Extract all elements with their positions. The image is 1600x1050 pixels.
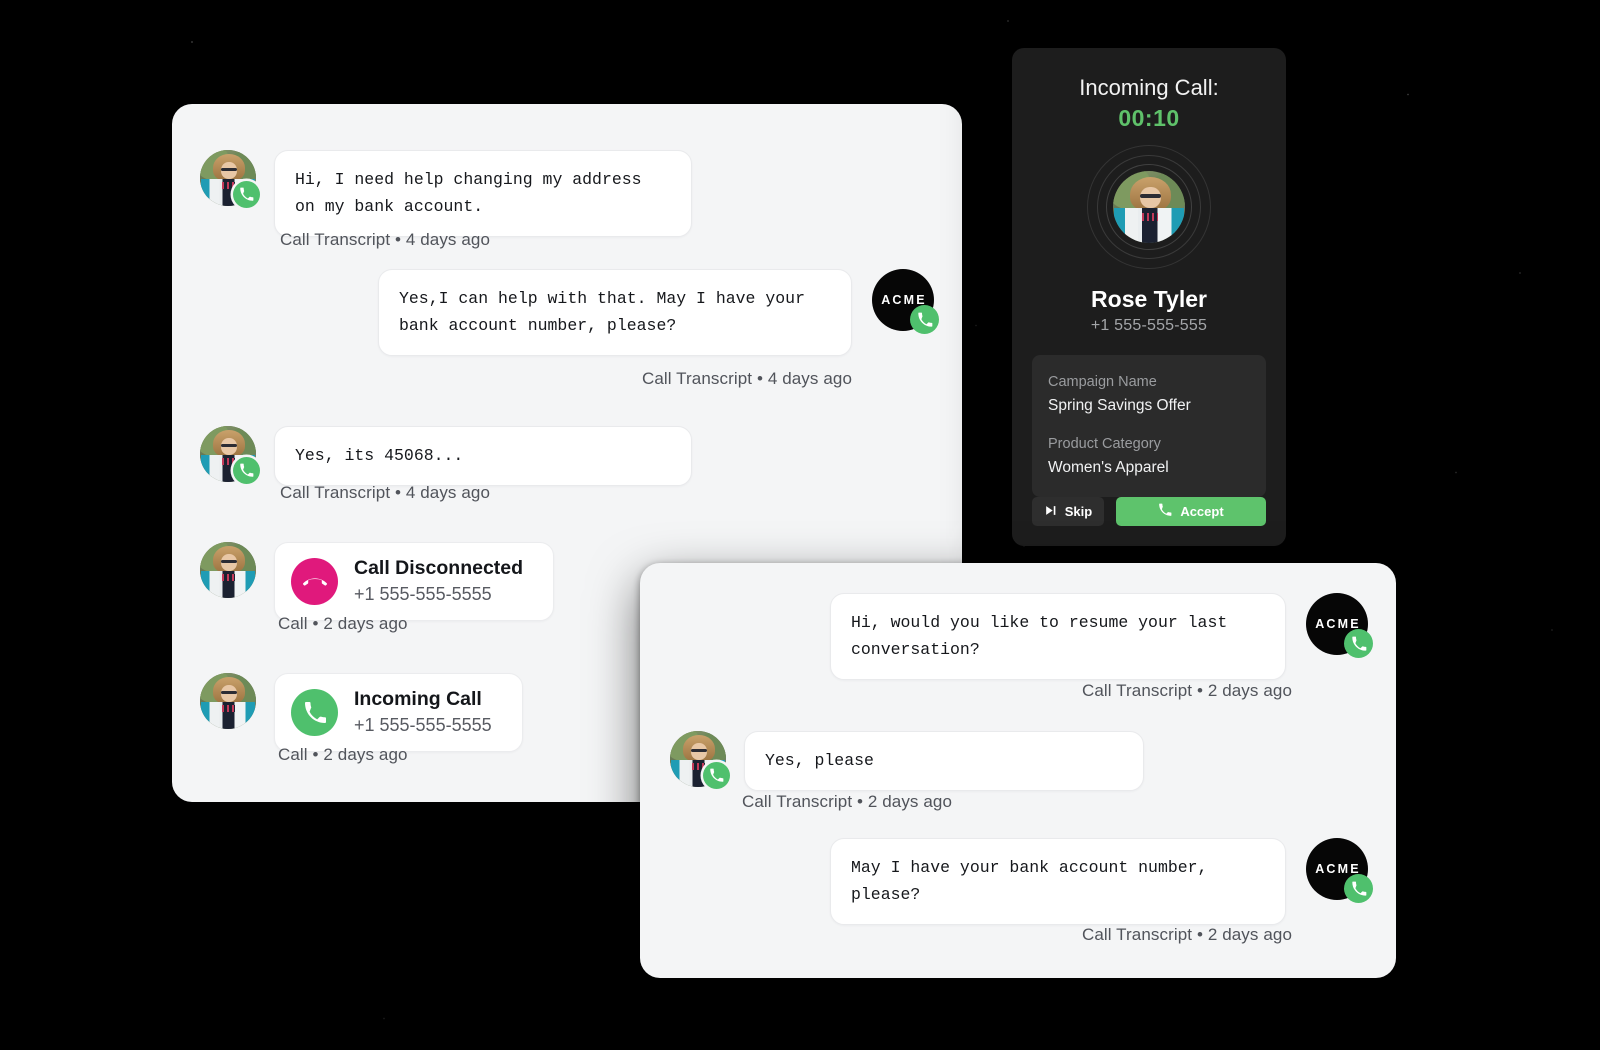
message-meta: Call Transcript • 4 days ago <box>641 369 852 388</box>
avatar <box>670 731 730 789</box>
avatar <box>200 150 260 208</box>
call-event-meta: Call • 2 days ago <box>278 745 408 764</box>
call-event-row: Call Disconnected +1 555-555-5555 <box>200 542 555 621</box>
phone-hangup-icon <box>291 558 338 605</box>
message-row: ACME Yes,I can help with that. May I hav… <box>378 269 939 356</box>
message-bubble: Hi, would you like to resume your last c… <box>830 593 1286 680</box>
call-disconnected-card[interactable]: Call Disconnected +1 555-555-5555 <box>274 542 555 621</box>
incoming-call-title: Incoming Call: <box>1079 75 1219 100</box>
caller-avatar-rings <box>1087 145 1211 269</box>
call-event-row: Incoming Call +1 555-555-5555 <box>200 673 523 752</box>
message-meta: Call Transcript • 2 days ago <box>742 792 953 811</box>
message-bubble: Hi, I need help changing my address on m… <box>274 150 692 237</box>
call-event-phone: +1 555-555-5555 <box>354 715 492 735</box>
phone-badge-icon <box>1344 874 1373 903</box>
customer-photo <box>200 673 256 729</box>
campaign-info-card: Campaign Name Spring Savings Offer Produ… <box>1032 355 1266 497</box>
message-bubble: May I have your bank account number, ple… <box>830 838 1286 925</box>
skip-button-label: Skip <box>1064 504 1093 519</box>
message-row: Yes, please <box>670 731 1144 791</box>
caller-photo <box>1113 171 1185 243</box>
accept-button[interactable]: Accept <box>1116 497 1266 526</box>
product-category-label: Product Category <box>1048 436 1161 452</box>
campaign-name-label: Campaign Name <box>1048 374 1157 390</box>
incoming-call-panel: Incoming Call: 00:10 Rose Tyler +1 555-5… <box>1012 48 1286 546</box>
phone-badge-icon <box>1344 629 1373 658</box>
acme-avatar: ACME <box>1306 838 1373 903</box>
message-bubble: Yes, please <box>744 731 1144 791</box>
acme-avatar: ACME <box>872 269 939 334</box>
message-meta: Call Transcript • 2 days ago <box>1081 681 1292 700</box>
message-meta: Call Transcript • 2 days ago <box>1081 925 1292 944</box>
incoming-call-card[interactable]: Incoming Call +1 555-555-5555 <box>274 673 523 752</box>
message-bubble: Yes,I can help with that. May I have you… <box>378 269 852 356</box>
caller-name: Rose Tyler <box>1091 286 1207 312</box>
phone-incoming-icon <box>291 689 338 736</box>
message-row: ACME Hi, would you like to resume your l… <box>830 593 1373 680</box>
call-event-title: Call Disconnected <box>354 557 524 579</box>
screenshot-stage: Hi, I need help changing my address on m… <box>0 0 1600 1050</box>
avatar <box>200 673 256 729</box>
phone-badge-icon <box>910 305 939 334</box>
message-row: ACME May I have your bank account number… <box>830 838 1373 925</box>
call-event-phone: +1 555-555-5555 <box>354 584 492 604</box>
acme-avatar: ACME <box>1306 593 1373 658</box>
phone-accept-icon <box>1158 503 1172 520</box>
avatar <box>200 542 256 598</box>
message-row: Yes, its 45068... <box>200 426 692 486</box>
message-meta: Call Transcript • 4 days ago <box>280 230 491 249</box>
phone-badge-icon <box>233 181 260 208</box>
message-meta: Call Transcript • 4 days ago <box>280 483 491 502</box>
call-event-title: Incoming Call <box>354 688 482 710</box>
call-event-meta: Call • 2 days ago <box>278 614 408 633</box>
call-actions: Skip Accept <box>1032 497 1266 526</box>
avatar <box>200 426 260 484</box>
campaign-name-value: Spring Savings Offer <box>1048 397 1191 414</box>
skip-button[interactable]: Skip <box>1032 497 1104 526</box>
message-bubble: Yes, its 45068... <box>274 426 692 486</box>
caller-phone: +1 555-555-555 <box>1090 317 1208 334</box>
accept-button-label: Accept <box>1180 504 1224 519</box>
phone-badge-icon <box>703 762 730 789</box>
phone-badge-icon <box>233 457 260 484</box>
product-category-value: Women's Apparel <box>1048 459 1169 476</box>
message-row: Hi, I need help changing my address on m… <box>200 150 692 237</box>
skip-forward-icon <box>1044 504 1057 520</box>
call-timer: 00:10 <box>1118 105 1180 131</box>
conversation-card-secondary: ACME Hi, would you like to resume your l… <box>640 563 1396 978</box>
customer-photo <box>1113 171 1185 243</box>
customer-photo <box>200 542 256 598</box>
